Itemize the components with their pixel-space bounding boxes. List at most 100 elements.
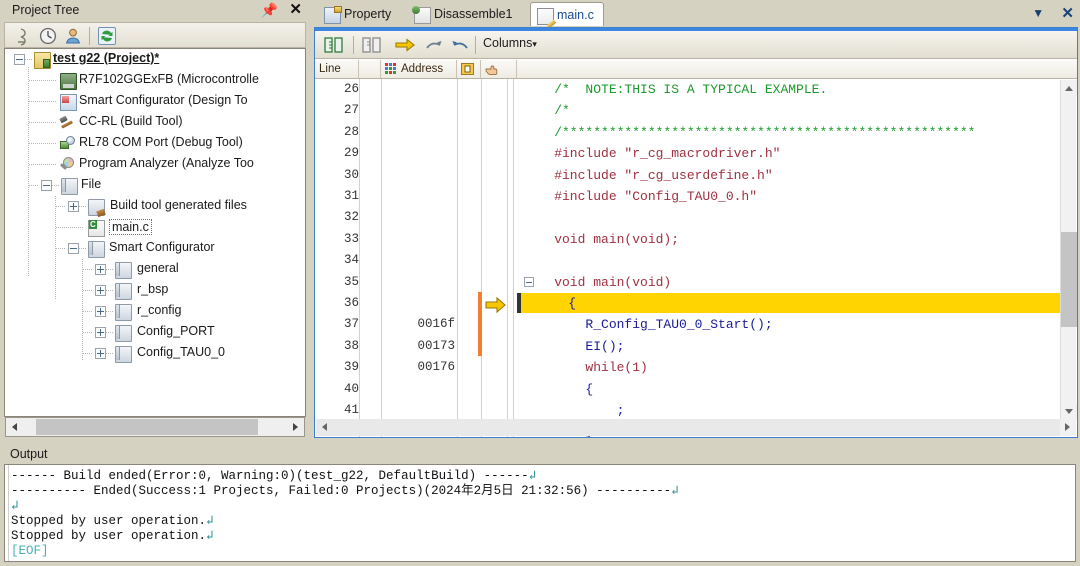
line-number: 35 <box>343 274 359 289</box>
line-number: 30 <box>343 167 359 182</box>
c-file-icon <box>88 220 105 237</box>
tree-line <box>82 259 83 361</box>
close-icon[interactable]: ✕ <box>1061 4 1074 22</box>
folder-icon <box>88 241 105 258</box>
code-editor-area[interactable]: 26 /* NOTE:THIS IS A TYPICAL EXAMPLE. 27… <box>315 79 1077 437</box>
clock-icon[interactable] <box>38 26 58 46</box>
folder-icon <box>115 283 132 300</box>
header-bookmark-icon[interactable] <box>457 60 481 78</box>
output-console[interactable]: ------ Build ended(Error:0, Warning:0)(t… <box>4 464 1076 562</box>
scroll-left-icon[interactable] <box>6 418 25 436</box>
tree-line <box>29 101 57 102</box>
expander-plus-icon[interactable] <box>95 306 106 317</box>
project-folder-icon <box>34 52 51 69</box>
undo-arrow-icon[interactable] <box>449 35 471 55</box>
scroll-right-icon[interactable] <box>285 418 304 436</box>
code-text: #include "Config_TAU0_0.h" <box>523 189 758 204</box>
output-line: ------ Build ended(Error:0, Warning:0)(t… <box>11 469 537 483</box>
tab-property[interactable]: Property <box>318 2 400 26</box>
header-code[interactable] <box>517 60 1077 78</box>
editor-vscrollbar[interactable] <box>1060 80 1077 419</box>
tree-item-label: Smart Configurator <box>109 240 215 254</box>
code-row[interactable]: 33 void main(void); <box>315 229 1077 250</box>
tab-main-c[interactable]: main.c <box>530 2 604 26</box>
code-row[interactable]: 37 0016f R_Config_TAU0_0_Start(); <box>315 314 1077 335</box>
scroll-thumb[interactable] <box>36 419 258 435</box>
expander-plus-icon[interactable] <box>68 201 79 212</box>
expander-minus-icon[interactable] <box>14 54 25 65</box>
code-row[interactable]: 35 void main(void) <box>315 272 1077 293</box>
code-text: /* <box>523 103 570 119</box>
property-icon[interactable] <box>13 26 33 46</box>
line-number: 33 <box>343 231 359 246</box>
tab-disassemble1[interactable]: Disassemble1 <box>408 2 522 26</box>
tree-line <box>83 290 93 291</box>
refresh-icon[interactable] <box>97 26 117 46</box>
code-row[interactable]: 36 { <box>315 293 1077 314</box>
tree-item-label: RL78 COM Port (Debug Tool) <box>79 135 243 149</box>
code-text: { <box>537 296 577 311</box>
project-tree-list[interactable]: test g22 (Project)* R7F102GGExFB (Microc… <box>4 48 306 417</box>
code-row[interactable]: 38 00173 EI(); <box>315 336 1077 357</box>
code-row[interactable]: 39 00176 while(1) <box>315 357 1077 378</box>
tree-line <box>29 164 57 165</box>
folder-icon <box>115 304 132 321</box>
line-address: 00173 <box>417 338 455 353</box>
scroll-right-icon[interactable] <box>1060 419 1076 436</box>
tree-item-label: Program Analyzer (Analyze Too <box>79 156 254 170</box>
user-icon[interactable] <box>63 26 83 46</box>
jump-to-source-icon[interactable] <box>323 35 345 55</box>
code-row[interactable]: 30 #include "r_cg_userdefine.h" <box>315 165 1077 186</box>
tab-label: Property <box>344 7 392 21</box>
code-text: void main(void) <box>523 274 672 290</box>
scroll-left-icon[interactable] <box>316 419 333 436</box>
editor-toolbar: Columns▾ <box>315 31 1077 59</box>
columns-dropdown-button[interactable]: Columns▾ <box>483 36 537 50</box>
expander-plus-icon[interactable] <box>95 264 106 275</box>
output-title: Output <box>10 447 48 461</box>
grid-icon <box>385 63 398 75</box>
tree-line <box>28 67 29 277</box>
scroll-thumb[interactable] <box>1061 232 1077 327</box>
code-row[interactable]: 32 <box>315 207 1077 228</box>
expander-minus-icon[interactable] <box>41 180 52 191</box>
scroll-up-icon[interactable] <box>1061 80 1077 96</box>
output-line: Stopped by user operation.↲ <box>11 529 214 543</box>
cr-glyph: ↲ <box>528 469 537 483</box>
editor-hscrollbar[interactable] <box>316 419 1060 436</box>
code-row[interactable]: 28 /************************************… <box>315 122 1077 143</box>
scroll-down-icon[interactable] <box>1061 403 1077 419</box>
project-tree-titlebar: Project Tree 📌 ✕ <box>0 0 310 22</box>
tree-line <box>106 332 114 333</box>
code-row[interactable]: 31 #include "Config_TAU0_0.h" <box>315 186 1077 207</box>
code-text: /***************************************… <box>523 124 976 140</box>
editor-tabbar: Property Disassemble1 main.c ▼ ✕ <box>312 0 1080 27</box>
code-row[interactable]: 40 { <box>315 379 1077 400</box>
project-tree-hscrollbar[interactable] <box>5 417 305 437</box>
go-to-current-pc-icon[interactable] <box>393 35 417 55</box>
expander-plus-icon[interactable] <box>95 348 106 359</box>
code-row[interactable]: 27 /* <box>315 100 1077 121</box>
code-row[interactable]: 34 <box>315 250 1077 271</box>
tree-line <box>83 353 93 354</box>
redo-arrow-icon[interactable] <box>423 35 445 55</box>
expander-minus-icon[interactable] <box>68 243 79 254</box>
code-text: R_Config_TAU0_0_Start(); <box>523 317 773 333</box>
header-address[interactable]: Address <box>381 60 457 78</box>
pointing-hand-icon <box>485 62 499 76</box>
tree-line <box>79 248 87 249</box>
code-row[interactable]: 29 #include "r_cg_macrodriver.h" <box>315 143 1077 164</box>
expander-plus-icon[interactable] <box>95 285 106 296</box>
header-line[interactable]: Line <box>315 60 359 78</box>
close-icon[interactable]: ✕ <box>289 1 302 19</box>
jump-to-disassemble-icon[interactable] <box>361 35 383 55</box>
header-pointer-icon[interactable] <box>481 60 517 78</box>
line-number: 32 <box>343 210 359 225</box>
code-row[interactable]: 26 /* NOTE:THIS IS A TYPICAL EXAMPLE. <box>315 79 1077 100</box>
pin-icon[interactable]: 📌 <box>261 2 278 18</box>
microcontroller-icon <box>60 73 77 90</box>
header-blank[interactable] <box>359 60 381 78</box>
expander-plus-icon[interactable] <box>95 327 106 338</box>
tree-item-label: general <box>137 261 179 275</box>
chevron-down-icon[interactable]: ▼ <box>1032 6 1044 20</box>
